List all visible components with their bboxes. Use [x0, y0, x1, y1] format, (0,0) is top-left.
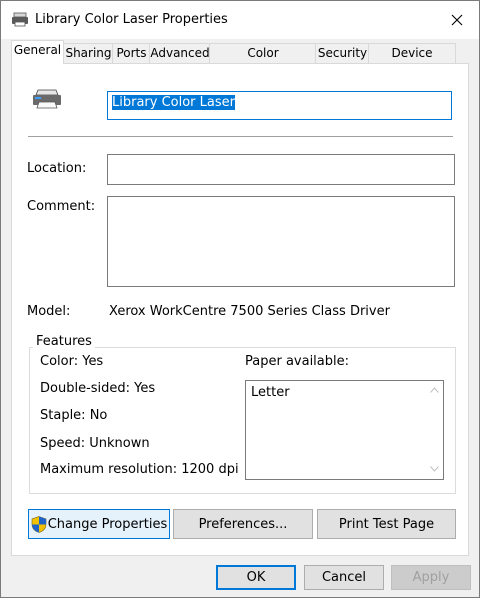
feature-double-sided: Double-sided: Yes: [40, 381, 156, 396]
preferences-button[interactable]: Preferences...: [173, 509, 313, 539]
paper-listbox[interactable]: Letter: [245, 380, 444, 480]
general-tab-panel: Library Color Laser Location: Comment: M…: [11, 63, 469, 556]
features-legend: Features: [33, 334, 95, 349]
change-properties-button[interactable]: Change Properties: [28, 509, 170, 539]
model-label: Model:: [27, 304, 71, 319]
feature-color: Color: Yes: [40, 354, 104, 369]
listbox-scrollbar[interactable]: [426, 381, 443, 479]
tab-general[interactable]: General: [11, 40, 64, 64]
feature-speed: Speed: Unknown: [40, 436, 150, 451]
location-label: Location:: [27, 161, 87, 176]
comment-label: Comment:: [27, 199, 96, 214]
title-bar: Library Color Laser Properties: [1, 1, 479, 39]
list-item[interactable]: Letter: [251, 385, 290, 400]
tab-advanced[interactable]: Advanced: [149, 43, 211, 63]
properties-dialog: Library Color Laser Properties General S…: [0, 0, 480, 598]
printer-icon: [12, 12, 28, 27]
tab-security[interactable]: Security: [315, 43, 370, 63]
window-title: Library Color Laser Properties: [35, 12, 228, 27]
close-icon: [451, 14, 463, 26]
printer-icon: [33, 89, 61, 109]
paper-available-label: Paper available:: [245, 354, 350, 369]
scroll-up-icon[interactable]: [430, 387, 439, 393]
scroll-down-icon[interactable]: [430, 466, 439, 472]
printer-name-text: Library Color Laser: [112, 95, 235, 110]
tab-device-settings[interactable]: Device Settings: [368, 43, 456, 79]
model-value: Xerox WorkCentre 7500 Series Class Drive…: [109, 304, 390, 319]
uac-shield-icon: [31, 515, 46, 533]
tab-sharing[interactable]: Sharing: [63, 43, 114, 63]
feature-max-resolution: Maximum resolution: 1200 dpi: [40, 462, 239, 477]
separator: [28, 136, 453, 137]
location-input[interactable]: [107, 154, 455, 185]
feature-staple: Staple: No: [40, 408, 108, 423]
tab-ports[interactable]: Ports: [112, 43, 151, 63]
apply-button[interactable]: Apply: [391, 565, 471, 590]
comment-input[interactable]: [107, 196, 455, 287]
cancel-button[interactable]: Cancel: [304, 565, 384, 590]
tab-color-management[interactable]: Color Management: [209, 43, 317, 79]
close-button[interactable]: [435, 1, 479, 39]
change-properties-label: Change Properties: [47, 516, 168, 532]
ok-button[interactable]: OK: [216, 565, 296, 590]
print-test-page-button[interactable]: Print Test Page: [317, 509, 456, 539]
printer-name-input[interactable]: Library Color Laser: [107, 91, 452, 120]
